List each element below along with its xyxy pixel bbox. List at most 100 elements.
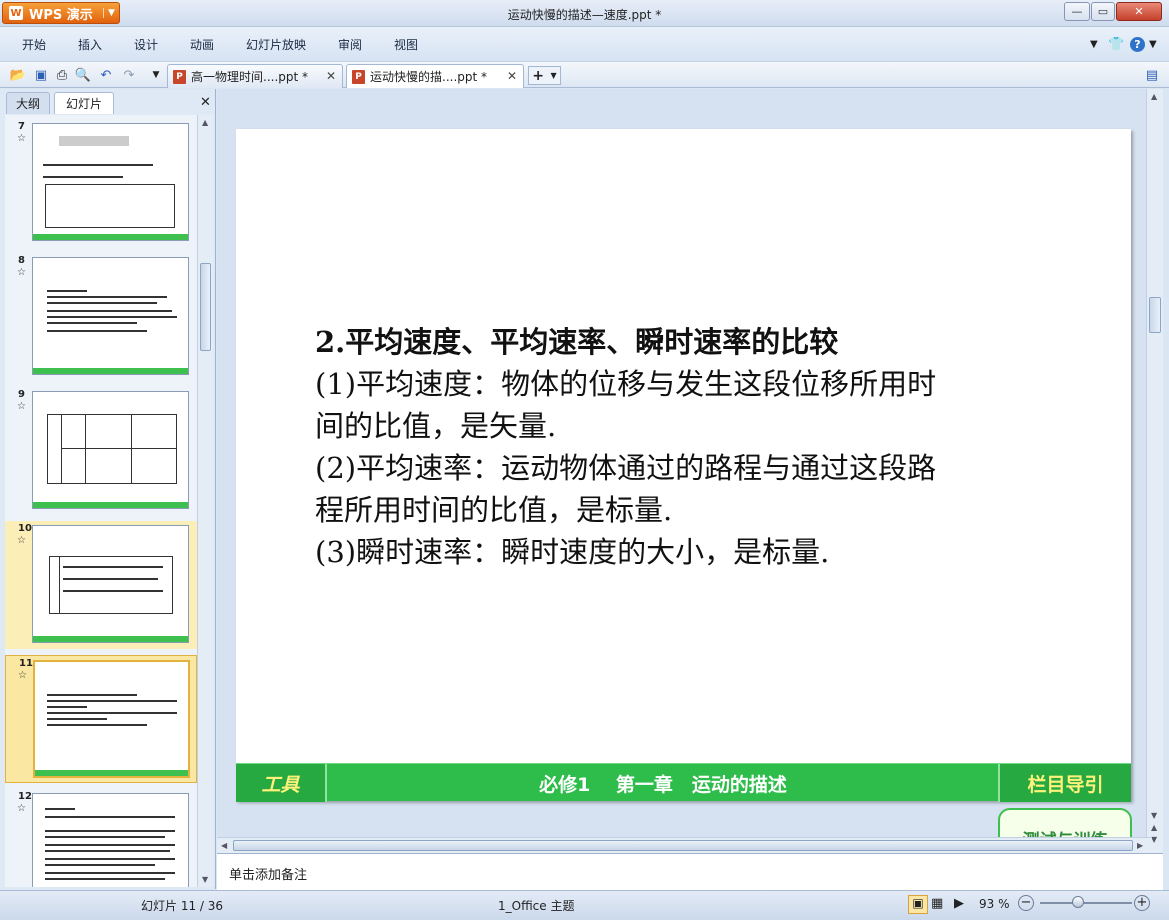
chevron-down-icon[interactable]: ▼ xyxy=(1149,39,1157,50)
partial-clip: 测试与训练 xyxy=(998,808,1132,837)
scroll-thumb[interactable] xyxy=(233,840,1133,851)
slide-number: 8 xyxy=(18,255,25,266)
scroll-right-icon[interactable]: ▶ xyxy=(1137,841,1143,850)
thumbnail-image xyxy=(32,793,189,887)
zoom-out-icon[interactable]: − xyxy=(1018,895,1034,911)
star-icon: ☆ xyxy=(17,535,26,546)
test-training-button[interactable]: 测试与训练 xyxy=(998,808,1132,837)
chevron-down-icon[interactable]: ▼ xyxy=(1090,39,1098,50)
close-window-button[interactable]: ✕ xyxy=(1116,2,1162,21)
normal-view-icon[interactable]: ▣ xyxy=(908,895,928,914)
star-icon: ☆ xyxy=(17,267,26,278)
tool-button[interactable]: 工具 xyxy=(236,764,327,802)
zoom-level: 93 % xyxy=(979,897,1010,911)
section-nav-button[interactable]: 栏目导引 xyxy=(998,764,1131,802)
doc-tab-active[interactable]: P 运动快慢的描....ppt * ✕ xyxy=(346,64,524,88)
new-tab-button[interactable]: + ▼ xyxy=(528,66,561,85)
print-preview-icon[interactable]: 🔍 xyxy=(74,66,92,84)
slide-counter: 幻灯片 11 / 36 xyxy=(141,899,224,913)
panel-toggle-icon[interactable]: ▤ xyxy=(1143,66,1161,84)
thumbnail-image xyxy=(33,660,190,778)
chevron-down-icon: ▼ xyxy=(550,71,557,80)
skin-icon[interactable]: 👕 xyxy=(1108,37,1124,52)
menu-design[interactable]: 设计 xyxy=(134,36,158,53)
star-icon: ☆ xyxy=(17,133,26,144)
close-tab-icon[interactable]: ✕ xyxy=(507,69,517,83)
editor-vertical-scrollbar[interactable]: ▲ ▼ ▲ ▼ xyxy=(1146,89,1163,853)
ppt-file-icon: P xyxy=(173,69,186,84)
menu-bar: 开始 插入 设计 动画 幻灯片放映 审阅 视图 ▼ 👕 ? ▼ xyxy=(0,27,1169,61)
thumbnail-scrollbar[interactable]: ▲ ▼ xyxy=(197,115,213,887)
doc-tab[interactable]: P 高一物理时间....ppt * ✕ xyxy=(167,64,343,88)
maximize-icon: ▭ xyxy=(1097,5,1109,18)
slide-thumbnail[interactable]: 10 ☆ xyxy=(5,521,197,649)
slides-panel: 大纲 幻灯片 ✕ 7 ☆ 8 ☆ 9 ☆ 10 ☆ 11 ☆ 12 ☆ ▲ ▼ xyxy=(0,89,216,889)
slide-thumbnail[interactable]: 9 ☆ xyxy=(5,387,197,515)
menu-home[interactable]: 开始 xyxy=(22,36,46,53)
tab-slides[interactable]: 幻灯片 xyxy=(54,92,114,114)
notes-placeholder: 单击添加备注 xyxy=(229,868,308,883)
slide-thumbnail-selected[interactable]: 11 ☆ xyxy=(5,655,197,783)
help-icon[interactable]: ? xyxy=(1130,36,1145,52)
doc-tab-label: 运动快慢的描....ppt * xyxy=(370,70,488,84)
slide-number: 9 xyxy=(18,389,25,400)
thumbnail-image xyxy=(32,525,189,643)
menu-insert[interactable]: 插入 xyxy=(78,36,102,53)
undo-icon[interactable]: ↶ xyxy=(97,66,115,84)
menu-review[interactable]: 审阅 xyxy=(338,36,362,53)
editor-horizontal-scrollbar[interactable]: ◀ ▶ xyxy=(217,837,1152,853)
slide-number: 12 xyxy=(18,791,32,802)
chevron-down-icon[interactable]: ▼ xyxy=(147,66,165,84)
footer-chapter-title: 必修1 第一章 运动的描述 xyxy=(539,773,787,796)
menu-slideshow[interactable]: 幻灯片放映 xyxy=(246,36,306,53)
maximize-button[interactable]: ▭ xyxy=(1091,2,1115,21)
slide-number: 7 xyxy=(18,121,25,132)
window-title: 运动快慢的描述—速度.ppt * xyxy=(507,8,662,22)
scroll-up-icon[interactable]: ▲ xyxy=(202,118,208,127)
slide-thumbnail[interactable]: 12 ☆ xyxy=(5,789,197,887)
ppt-file-icon: P xyxy=(352,69,365,84)
slide-line: 程所用时间的比值，是标量. xyxy=(315,493,673,527)
slideshow-icon[interactable]: ▶ xyxy=(954,896,964,911)
star-icon: ☆ xyxy=(17,803,26,814)
slide-canvas[interactable]: 2.平均速度、平均速率、瞬时速率的比较 (1)平均速度：物体的位移与发生这段位移… xyxy=(236,129,1131,802)
scroll-down-icon[interactable]: ▼ xyxy=(202,875,208,884)
title-bar: W WPS 演示 ▼ 运动快慢的描述—速度.ppt * — ▭ ✕ xyxy=(0,0,1169,27)
save-icon[interactable]: ▣ xyxy=(32,66,50,84)
slide-line: (3)瞬时速率：瞬时速度的大小，是标量. xyxy=(315,535,830,569)
slide-number: 10 xyxy=(18,523,32,534)
scroll-thumb[interactable] xyxy=(1149,297,1161,333)
scroll-down-icon[interactable]: ▼ xyxy=(1151,811,1157,820)
open-folder-icon[interactable]: 📂 xyxy=(9,66,27,84)
slide-thumbnail[interactable]: 7 ☆ xyxy=(5,119,197,247)
minimize-button[interactable]: — xyxy=(1064,2,1090,21)
slide-heading: 2.平均速度、平均速率、瞬时速率的比较 xyxy=(315,325,839,359)
thumbnail-image xyxy=(32,257,189,375)
print-icon[interactable]: ⎙ xyxy=(53,66,71,84)
scroll-up-icon[interactable]: ▲ xyxy=(1151,92,1157,101)
quick-toolbar: 📂 ▣ ⎙ 🔍 ↶ ↷ ▼ P 高一物理时间....ppt * ✕ P 运动快慢… xyxy=(0,61,1169,88)
slide-thumbnail[interactable]: 8 ☆ xyxy=(5,253,197,381)
thumbnail-list: 7 ☆ 8 ☆ 9 ☆ 10 ☆ 11 ☆ 12 ☆ xyxy=(5,115,197,887)
slide-sorter-icon[interactable]: ▦ xyxy=(931,896,943,911)
close-tab-icon[interactable]: ✕ xyxy=(326,69,336,83)
menu-animation[interactable]: 动画 xyxy=(190,36,214,53)
zoom-slider[interactable] xyxy=(1040,902,1132,904)
menu-view[interactable]: 视图 xyxy=(394,36,418,53)
star-icon: ☆ xyxy=(18,670,27,681)
close-panel-icon[interactable]: ✕ xyxy=(200,95,211,110)
thumbnail-image xyxy=(32,123,189,241)
scroll-thumb[interactable] xyxy=(200,263,211,351)
slide-number: 11 xyxy=(19,658,33,669)
notes-pane[interactable]: 单击添加备注 xyxy=(217,853,1163,890)
redo-icon[interactable]: ↷ xyxy=(120,66,138,84)
thumbnail-image xyxy=(32,391,189,509)
tab-outline[interactable]: 大纲 xyxy=(6,92,50,114)
star-icon: ☆ xyxy=(17,401,26,412)
slide-body-text[interactable]: 2.平均速度、平均速率、瞬时速率的比较 (1)平均速度：物体的位移与发生这段位移… xyxy=(315,321,1075,573)
close-icon: ✕ xyxy=(1134,5,1144,18)
zoom-in-icon[interactable]: + xyxy=(1134,895,1150,911)
page-up-icon[interactable]: ▲ xyxy=(1151,823,1157,832)
scroll-left-icon[interactable]: ◀ xyxy=(221,841,227,850)
zoom-slider-handle[interactable] xyxy=(1072,896,1084,908)
